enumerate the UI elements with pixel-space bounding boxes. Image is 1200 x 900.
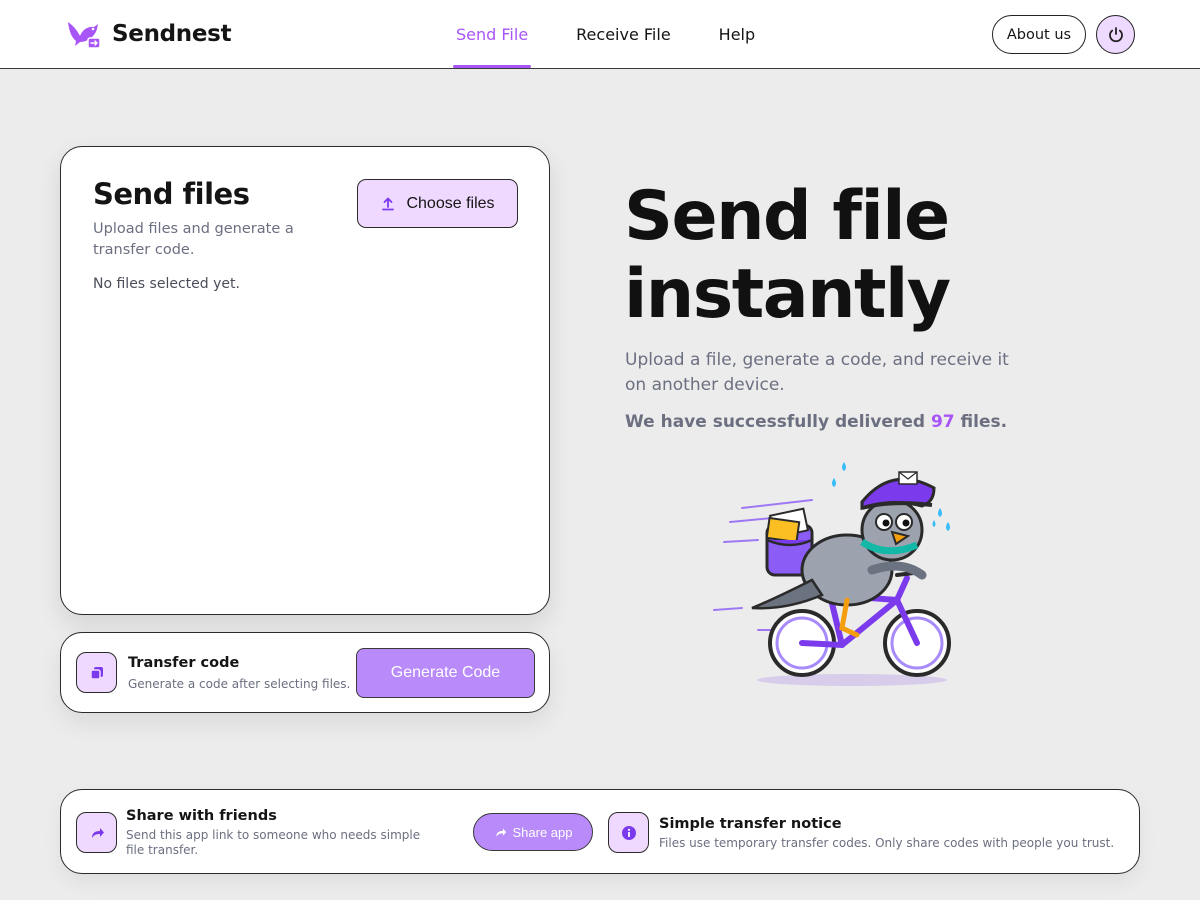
choose-files-label: Choose files — [406, 194, 495, 212]
share-subtitle: Send this app link to someone who needs … — [126, 828, 421, 857]
footer-info-bar: Share with friends Send this app link to… — [60, 789, 1140, 874]
share-icon-tile — [76, 812, 117, 853]
bird-logo-icon — [68, 22, 101, 49]
share-app-button[interactable]: Share app — [473, 813, 593, 851]
share-arrow-icon — [91, 827, 104, 838]
generate-code-button[interactable]: Generate Code — [356, 648, 535, 698]
nav-send-file[interactable]: Send File — [452, 0, 532, 68]
share-app-label: Share app — [512, 824, 573, 840]
notice-title: Simple transfer notice — [659, 816, 842, 832]
about-us-button[interactable]: About us — [992, 15, 1086, 54]
notice-subtitle: Files use temporary transfer codes. Only… — [659, 836, 1115, 850]
delivery-stat: We have successfully delivered 97 files. — [625, 412, 1007, 432]
top-navbar: Sendnest Send File Receive File Help Abo… — [0, 0, 1200, 69]
send-files-card[interactable]: Send files Upload files and generate a t… — [60, 146, 550, 615]
info-icon — [621, 825, 636, 840]
copy-icon — [89, 666, 103, 680]
transfer-code-icon-tile — [76, 652, 117, 693]
send-files-subtitle: Upload files and generate a transfer cod… — [93, 221, 294, 258]
pigeon-courier-illustration — [713, 462, 951, 686]
nav-help[interactable]: Help — [719, 0, 755, 68]
notice-icon-tile — [608, 812, 649, 853]
delivery-stat-suffix: files. — [954, 412, 1008, 432]
power-button[interactable] — [1096, 15, 1135, 54]
share-arrow-icon — [495, 827, 506, 837]
empty-state-text: No files selected yet. — [93, 276, 240, 292]
share-title: Share with friends — [126, 808, 277, 824]
transfer-code-card: Transfer code Generate a code after sele… — [60, 632, 550, 713]
transfer-code-subtitle: Generate a code after selecting files. — [128, 677, 351, 691]
delivery-stat-prefix: We have successfully delivered — [625, 412, 931, 432]
upload-icon — [382, 197, 395, 210]
brand[interactable]: Sendnest — [66, 18, 232, 50]
hero-subtitle: Upload a file, generate a code, and rece… — [625, 350, 1009, 395]
choose-files-button[interactable]: Choose files — [357, 179, 518, 228]
brand-name: Sendnest — [112, 21, 232, 47]
hero-title: Send file instantly — [624, 177, 951, 334]
transfer-code-title: Transfer code — [128, 655, 240, 671]
power-icon — [1108, 26, 1123, 42]
send-files-title: Send files — [93, 177, 250, 211]
nav-receive-file[interactable]: Receive File — [576, 0, 671, 68]
main-nav: Send File Receive File Help — [452, 0, 803, 68]
delivery-count: 97 — [930, 412, 955, 432]
